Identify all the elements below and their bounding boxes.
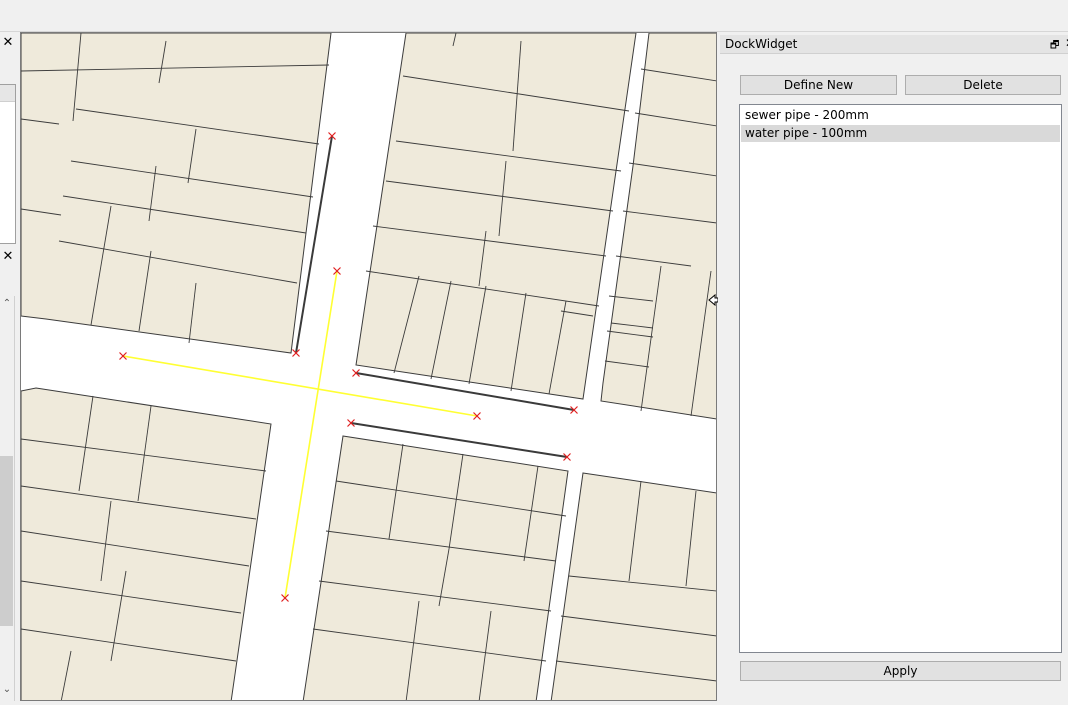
dock-title: DockWidget [725,37,798,51]
float-icon[interactable]: 🗗 [1050,38,1059,55]
pipe-type-list[interactable]: sewer pipe - 200mm water pipe - 100mm [739,104,1062,653]
scroll-down-icon[interactable]: ⌄ [1,684,13,695]
parcel-block-5 [550,472,716,700]
left-scrollbar[interactable]: ⌃ ⌄ [0,296,15,701]
parcel-block-3 [21,387,272,700]
list-item-water[interactable]: water pipe - 100mm [741,125,1060,142]
top-toolbar-area [0,0,1068,32]
left-dock2-close-icon[interactable]: ✕ [0,248,16,266]
scrollbar-thumb[interactable] [0,456,13,626]
left-panel-header [0,85,15,102]
dock-title-bar[interactable]: DockWidget 🗗 ✕ [720,35,1068,54]
list-item-sewer[interactable]: sewer pipe - 200mm [741,107,1060,124]
apply-button[interactable]: Apply [740,661,1061,681]
dock-widget: DockWidget 🗗 ✕ Define New Delete sewer p… [718,32,1068,705]
map-canvas[interactable] [20,32,717,701]
left-dock-panel [0,84,16,244]
scroll-up-icon[interactable]: ⌃ [1,298,13,309]
parcel-block-4 [302,435,569,700]
delete-button[interactable]: Delete [905,75,1061,95]
define-new-button[interactable]: Define New [740,75,897,95]
parcel-block-1 [355,33,637,400]
map-layer[interactable] [21,33,717,701]
left-dock-close-icon[interactable]: ✕ [0,34,16,52]
